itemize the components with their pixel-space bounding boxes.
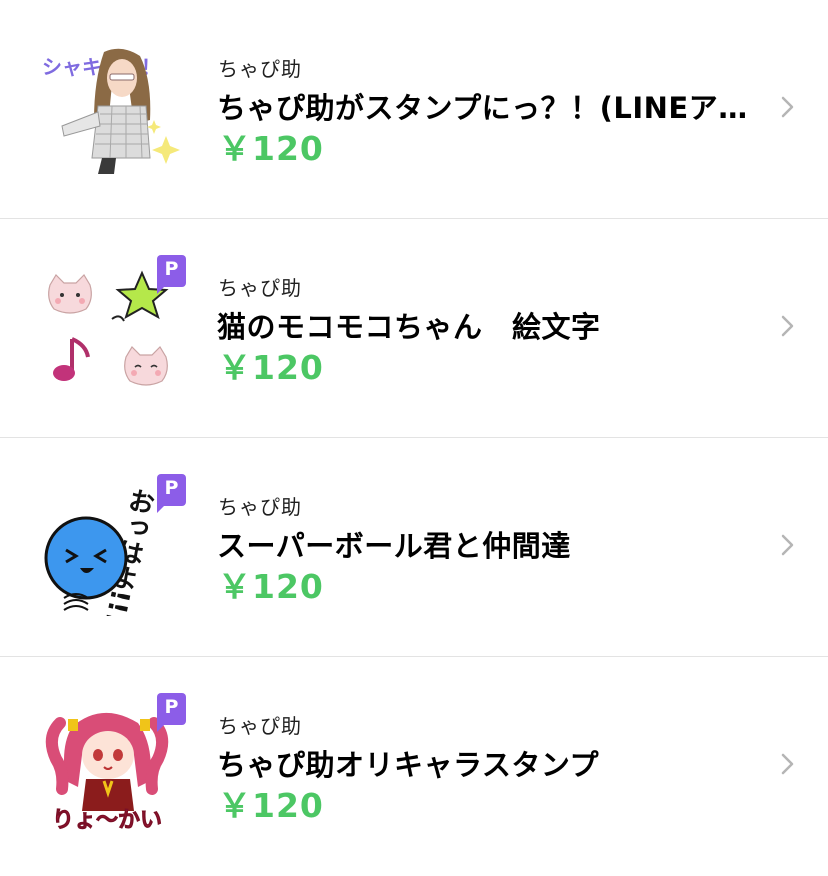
item-title: ちゃぴ助がスタンプにっ？！(LINEア… xyxy=(217,91,748,125)
list-item[interactable]: りょ〜かい P ちゃぴ助 ちゃぴ助オリキャラスタンプ ￥120 xyxy=(0,657,828,876)
premium-badge: P xyxy=(157,474,186,513)
chevron-right-icon xyxy=(780,95,796,119)
item-price: ￥120 xyxy=(218,567,324,606)
item-price: ￥120 xyxy=(218,348,324,387)
premium-badge: P xyxy=(157,255,186,294)
author-name: ちゃぴ助 xyxy=(218,276,302,300)
chevron-right-icon xyxy=(780,752,796,776)
author-name: ちゃぴ助 xyxy=(218,714,302,738)
list-item[interactable]: シャキーン！ ちゃぴ助 ちゃぴ助がスタンプにっ？！(LINEア… ￥120 xyxy=(0,0,828,219)
list-item[interactable]: おっはよ!!! P ちゃぴ助 スーパーボール君と仲間達 ￥120 xyxy=(0,438,828,657)
sticker-list: シャキーン！ ちゃぴ助 ちゃぴ助がスタンプにっ？！(LINEア… ￥120 xyxy=(0,0,828,869)
item-title: スーパーボール君と仲間達 xyxy=(217,529,571,563)
author-name: ちゃぴ助 xyxy=(218,495,302,519)
author-name: ちゃぴ助 xyxy=(218,57,302,81)
chevron-right-icon xyxy=(780,533,796,557)
sticker-caption: りょ〜かい xyxy=(52,808,162,833)
item-price: ￥120 xyxy=(218,786,324,825)
item-price: ￥120 xyxy=(218,129,324,168)
item-title: 猫のモコモコちゃん 絵文字 xyxy=(217,310,601,344)
premium-badge: P xyxy=(157,693,186,732)
chevron-right-icon xyxy=(780,314,796,338)
list-item[interactable]: P ちゃぴ助 猫のモコモコちゃん 絵文字 ￥120 xyxy=(0,219,828,438)
item-title: ちゃぴ助オリキャラスタンプ xyxy=(217,748,600,782)
girl-sticker-icon: シャキーン！ xyxy=(42,40,180,178)
